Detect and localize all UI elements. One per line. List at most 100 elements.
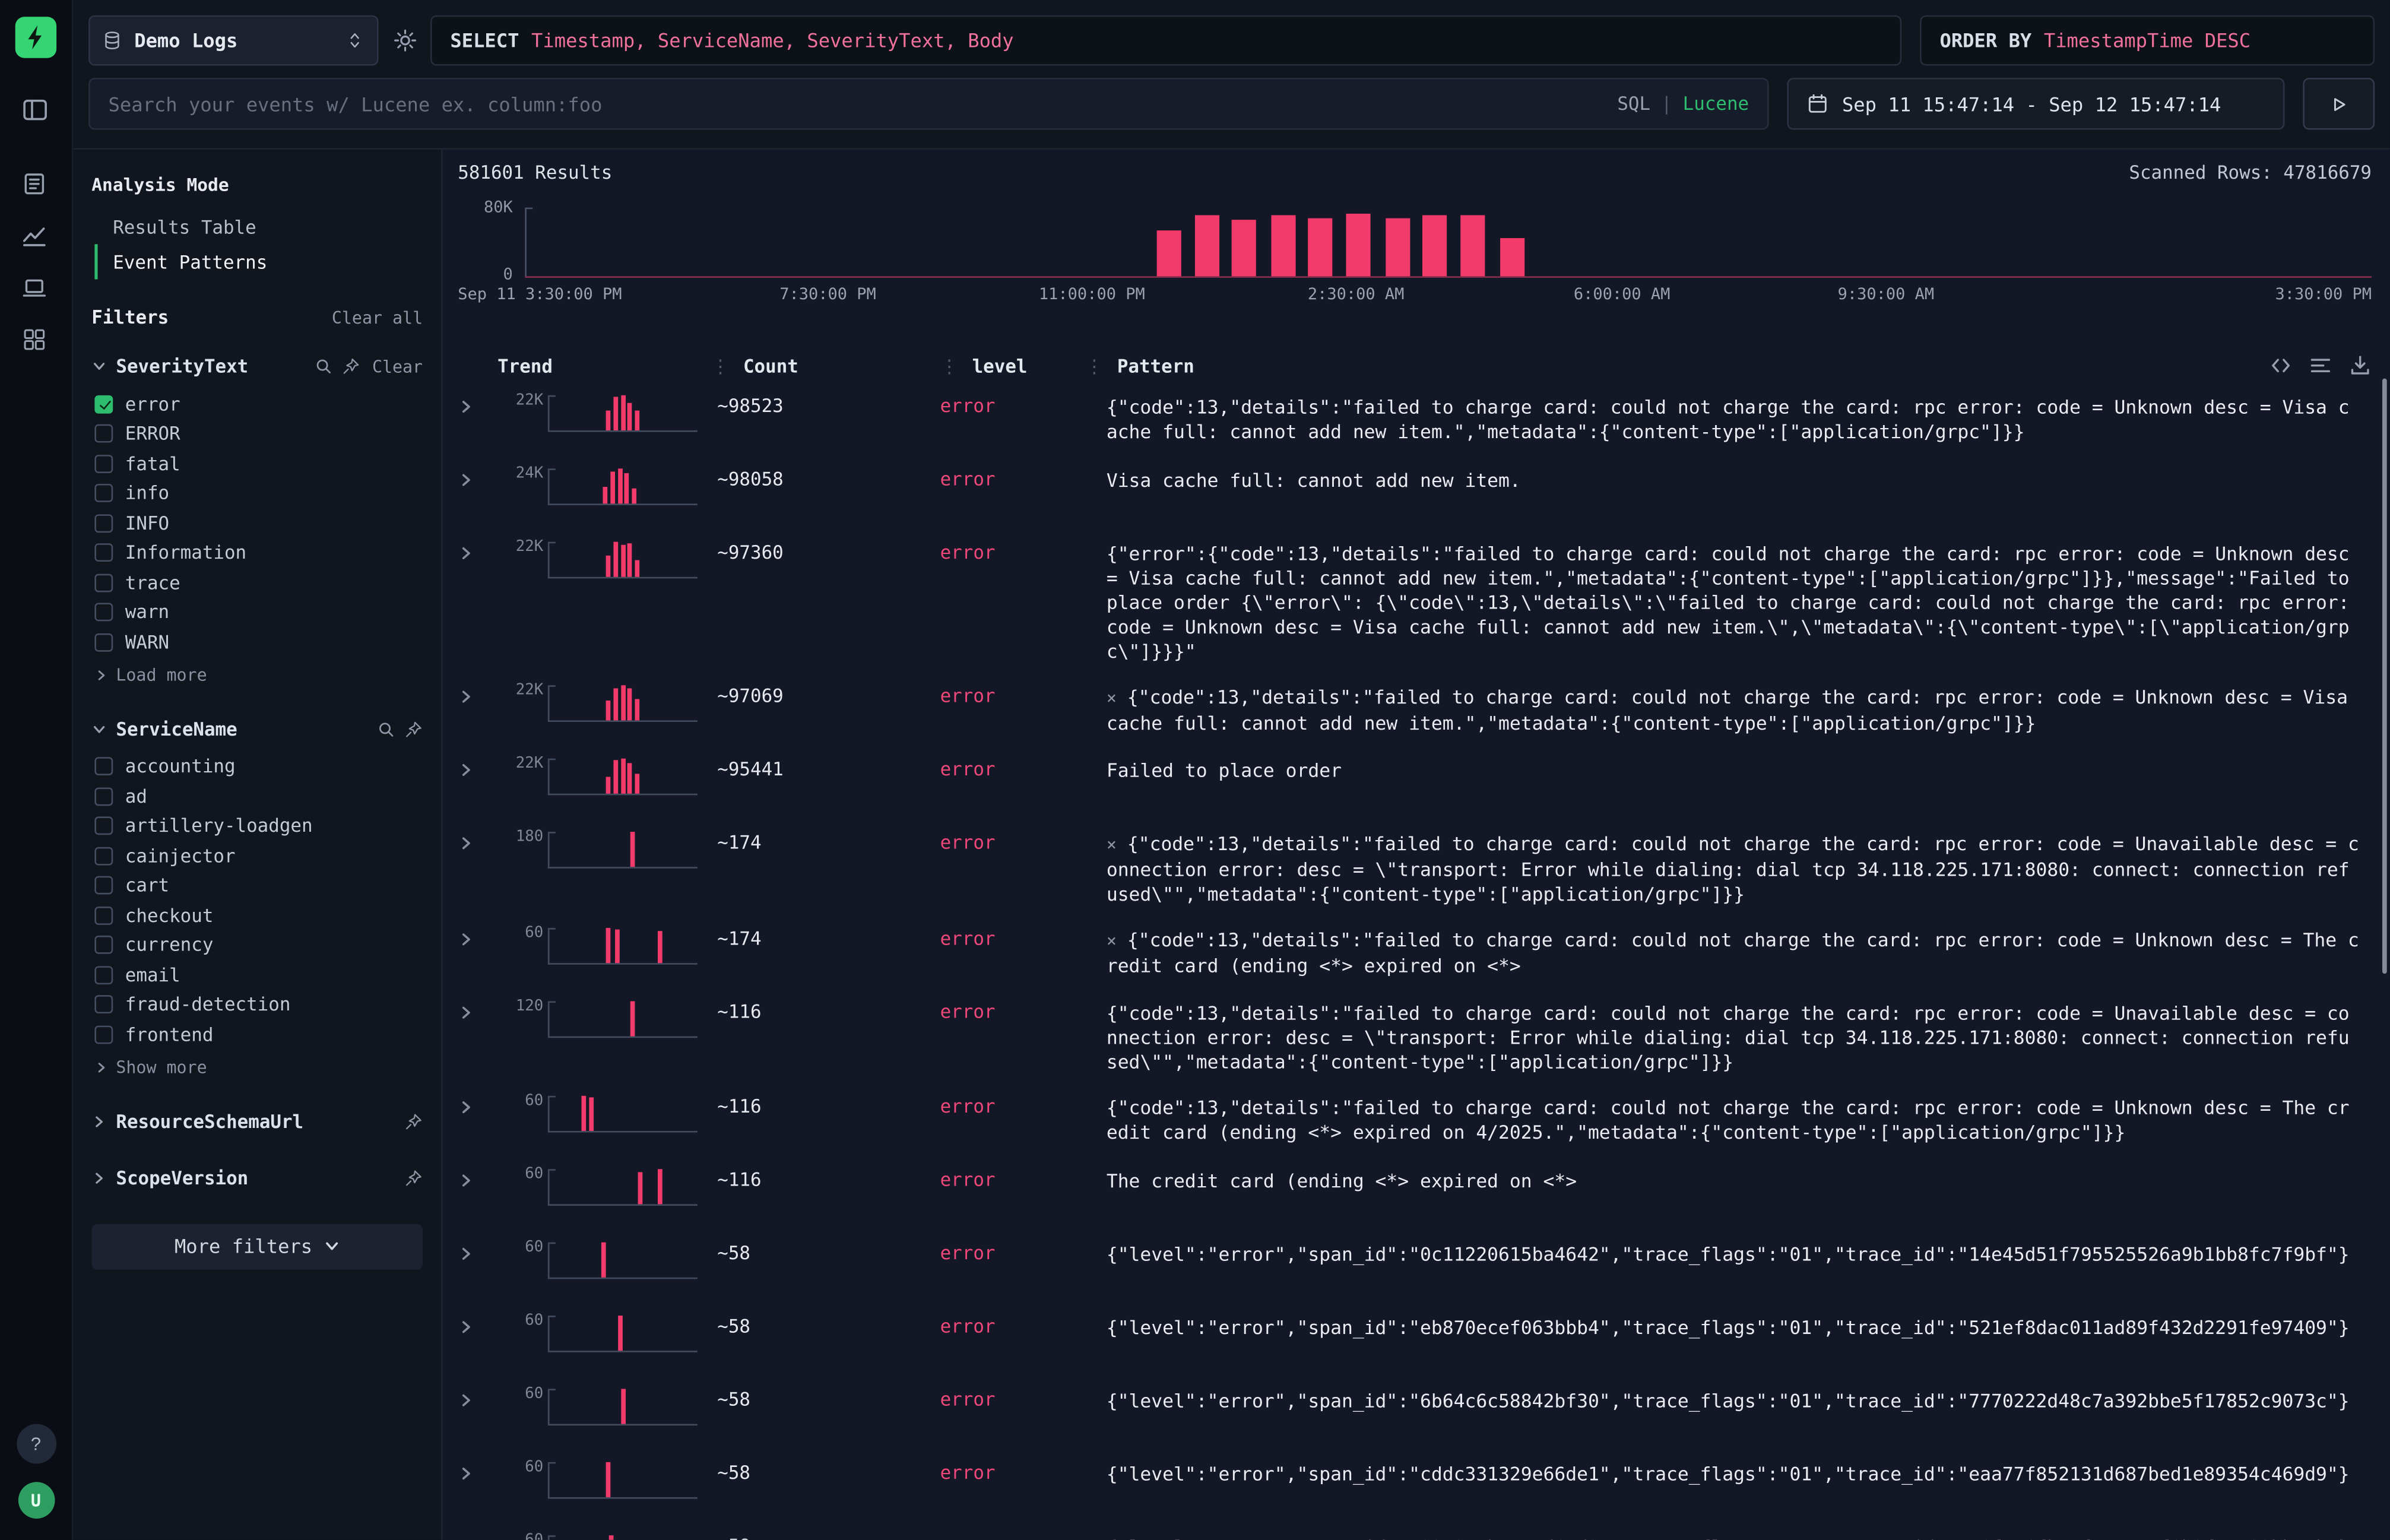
pattern-cell[interactable]: {"level":"error","span_id":"6b64c6c58842… (1085, 1386, 2372, 1413)
panel-toggle-icon[interactable] (21, 94, 51, 125)
filter-option-info[interactable]: info (91, 479, 423, 508)
filter-option-frontend[interactable]: frontend (91, 1019, 423, 1049)
dismiss-icon[interactable]: × (1107, 835, 1117, 854)
filter-option-warn[interactable]: warn (91, 597, 423, 627)
pattern-cell[interactable]: {"code":13,"details":"failed to charge c… (1085, 1093, 2372, 1145)
filter-option-error[interactable]: error (91, 389, 423, 419)
pattern-cell[interactable]: {"code":13,"details":"failed to charge c… (1085, 392, 2372, 444)
pattern-cell[interactable]: Failed to place order (1085, 756, 2372, 783)
filter-option-info[interactable]: INFO (91, 508, 423, 538)
mode-lucene[interactable]: Lucene (1683, 93, 1749, 115)
search-icon[interactable] (314, 357, 332, 376)
row-expander-icon[interactable] (458, 829, 497, 856)
filter-option-fatal[interactable]: fatal (91, 449, 423, 479)
source-select[interactable]: Demo Logs (88, 15, 378, 66)
vertical-scrollbar[interactable] (2382, 379, 2387, 974)
filter-option-checkout[interactable]: checkout (91, 901, 423, 930)
filter-option-ad[interactable]: ad (91, 781, 423, 811)
filter-group-header[interactable]: ResourceSchemaUrl (91, 1102, 423, 1139)
filter-option-fraud-detection[interactable]: fraud-detection (91, 990, 423, 1019)
row-expander-icon[interactable] (458, 925, 497, 952)
search-input[interactable] (109, 93, 1618, 116)
pattern-cell[interactable]: {"level":"error","span_id":"334357bae9ed… (1085, 1532, 2372, 1540)
sql-select-input[interactable]: SELECT Timestamp, ServiceName, SeverityT… (430, 15, 1901, 66)
chart-bar[interactable] (1386, 218, 1410, 276)
show-more-link[interactable]: Show more (91, 1053, 423, 1083)
row-expander-icon[interactable] (458, 682, 497, 709)
column-header-trend[interactable]: Trend (497, 356, 711, 377)
filter-group-header[interactable]: SeverityTextClear (91, 348, 423, 385)
row-expander-icon[interactable] (458, 1532, 497, 1540)
column-resize-handle[interactable] (940, 356, 959, 377)
order-by-input[interactable]: ORDER BY TimestampTime DESC (1920, 15, 2375, 66)
run-query-button[interactable] (2303, 78, 2375, 129)
chart-bar[interactable] (1422, 216, 1447, 277)
row-expander-icon[interactable] (458, 1093, 497, 1120)
chart-explorer-icon[interactable] (21, 220, 51, 250)
row-expander-icon[interactable] (458, 1313, 497, 1340)
row-expander-icon[interactable] (458, 1459, 497, 1487)
filter-option-artillery-loadgen[interactable]: artillery-loadgen (91, 811, 423, 841)
row-expander-icon[interactable] (458, 1239, 497, 1266)
row-expander-icon[interactable] (458, 998, 497, 1025)
chart-bar[interactable] (1308, 218, 1332, 276)
row-expander-icon[interactable] (458, 1166, 497, 1193)
dismiss-icon[interactable]: × (1107, 931, 1117, 950)
chart-bar[interactable] (1347, 213, 1371, 277)
filter-option-error[interactable]: ERROR (91, 419, 423, 449)
date-range-picker[interactable]: Sep 11 15:47:14 - Sep 12 15:47:14 (1787, 78, 2284, 129)
filter-option-trace[interactable]: trace (91, 568, 423, 597)
pattern-cell[interactable]: {"code":13,"details":"failed to charge c… (1085, 998, 2372, 1075)
filter-option-accounting[interactable]: accounting (91, 752, 423, 781)
filter-option-cainjector[interactable]: cainjector (91, 841, 423, 871)
row-expander-icon[interactable] (458, 756, 497, 783)
column-resize-handle[interactable] (1085, 356, 1104, 377)
histogram-plot[interactable]: 80K 0 (525, 198, 2372, 278)
filter-option-warn[interactable]: WARN (91, 628, 423, 657)
search-icon[interactable] (377, 720, 395, 738)
download-icon[interactable] (2348, 354, 2372, 377)
sessions-icon[interactable] (21, 272, 51, 302)
chart-bar[interactable] (1461, 216, 1485, 277)
row-expander-icon[interactable] (458, 538, 497, 566)
pin-icon[interactable] (404, 1168, 423, 1187)
user-avatar[interactable]: U (18, 1482, 55, 1519)
pattern-cell[interactable]: {"level":"error","span_id":"0c11220615ba… (1085, 1239, 2372, 1266)
row-expander-icon[interactable] (458, 392, 497, 420)
clear-filter-button[interactable]: Clear (372, 356, 423, 376)
column-header-pattern[interactable]: Pattern (1085, 356, 2372, 377)
load-more-link[interactable]: Load more (91, 660, 423, 690)
search-logs-icon[interactable] (21, 168, 51, 198)
dashboards-icon[interactable] (21, 324, 51, 354)
chart-bar[interactable] (1232, 220, 1257, 276)
dismiss-icon[interactable]: × (1107, 688, 1117, 708)
pattern-cell[interactable]: Visa cache full: cannot add new item. (1085, 465, 2372, 493)
analysis-mode-event-patterns[interactable]: Event Patterns (94, 244, 423, 279)
chart-bar[interactable] (1500, 237, 1524, 277)
pin-icon[interactable] (342, 357, 360, 376)
clear-all-filters-button[interactable]: Clear all (332, 308, 423, 327)
chart-bar[interactable] (1156, 230, 1181, 276)
column-resize-handle[interactable] (711, 356, 730, 377)
chart-bar[interactable] (1195, 216, 1219, 277)
pin-icon[interactable] (404, 720, 423, 738)
pattern-cell[interactable]: The credit card (ending <*> expired on <… (1085, 1166, 2372, 1193)
row-density-icon[interactable] (2309, 354, 2332, 377)
pattern-cell[interactable]: {"level":"error","span_id":"cddc331329e6… (1085, 1459, 2372, 1487)
filter-option-currency[interactable]: currency (91, 930, 423, 960)
column-header-count[interactable]: Count (711, 356, 940, 377)
code-view-icon[interactable] (2269, 354, 2293, 377)
settings-gear-icon[interactable] (379, 15, 430, 66)
pattern-cell[interactable]: ×{"code":13,"details":"failed to charge … (1085, 925, 2372, 978)
pattern-cell[interactable]: ×{"code":13,"details":"failed to charge … (1085, 829, 2372, 907)
pin-icon[interactable] (404, 1112, 423, 1130)
filter-option-email[interactable]: email (91, 960, 423, 990)
row-expander-icon[interactable] (458, 465, 497, 493)
pattern-cell[interactable]: {"level":"error","span_id":"eb870ecef063… (1085, 1313, 2372, 1340)
filter-option-information[interactable]: Information (91, 538, 423, 568)
mode-sql[interactable]: SQL (1617, 93, 1650, 115)
analysis-mode-results-table[interactable]: Results Table (94, 209, 423, 244)
filter-option-cart[interactable]: cart (91, 871, 423, 901)
filter-group-header[interactable]: ScopeVersion (91, 1159, 423, 1196)
pattern-cell[interactable]: ×{"code":13,"details":"failed to charge … (1085, 682, 2372, 736)
